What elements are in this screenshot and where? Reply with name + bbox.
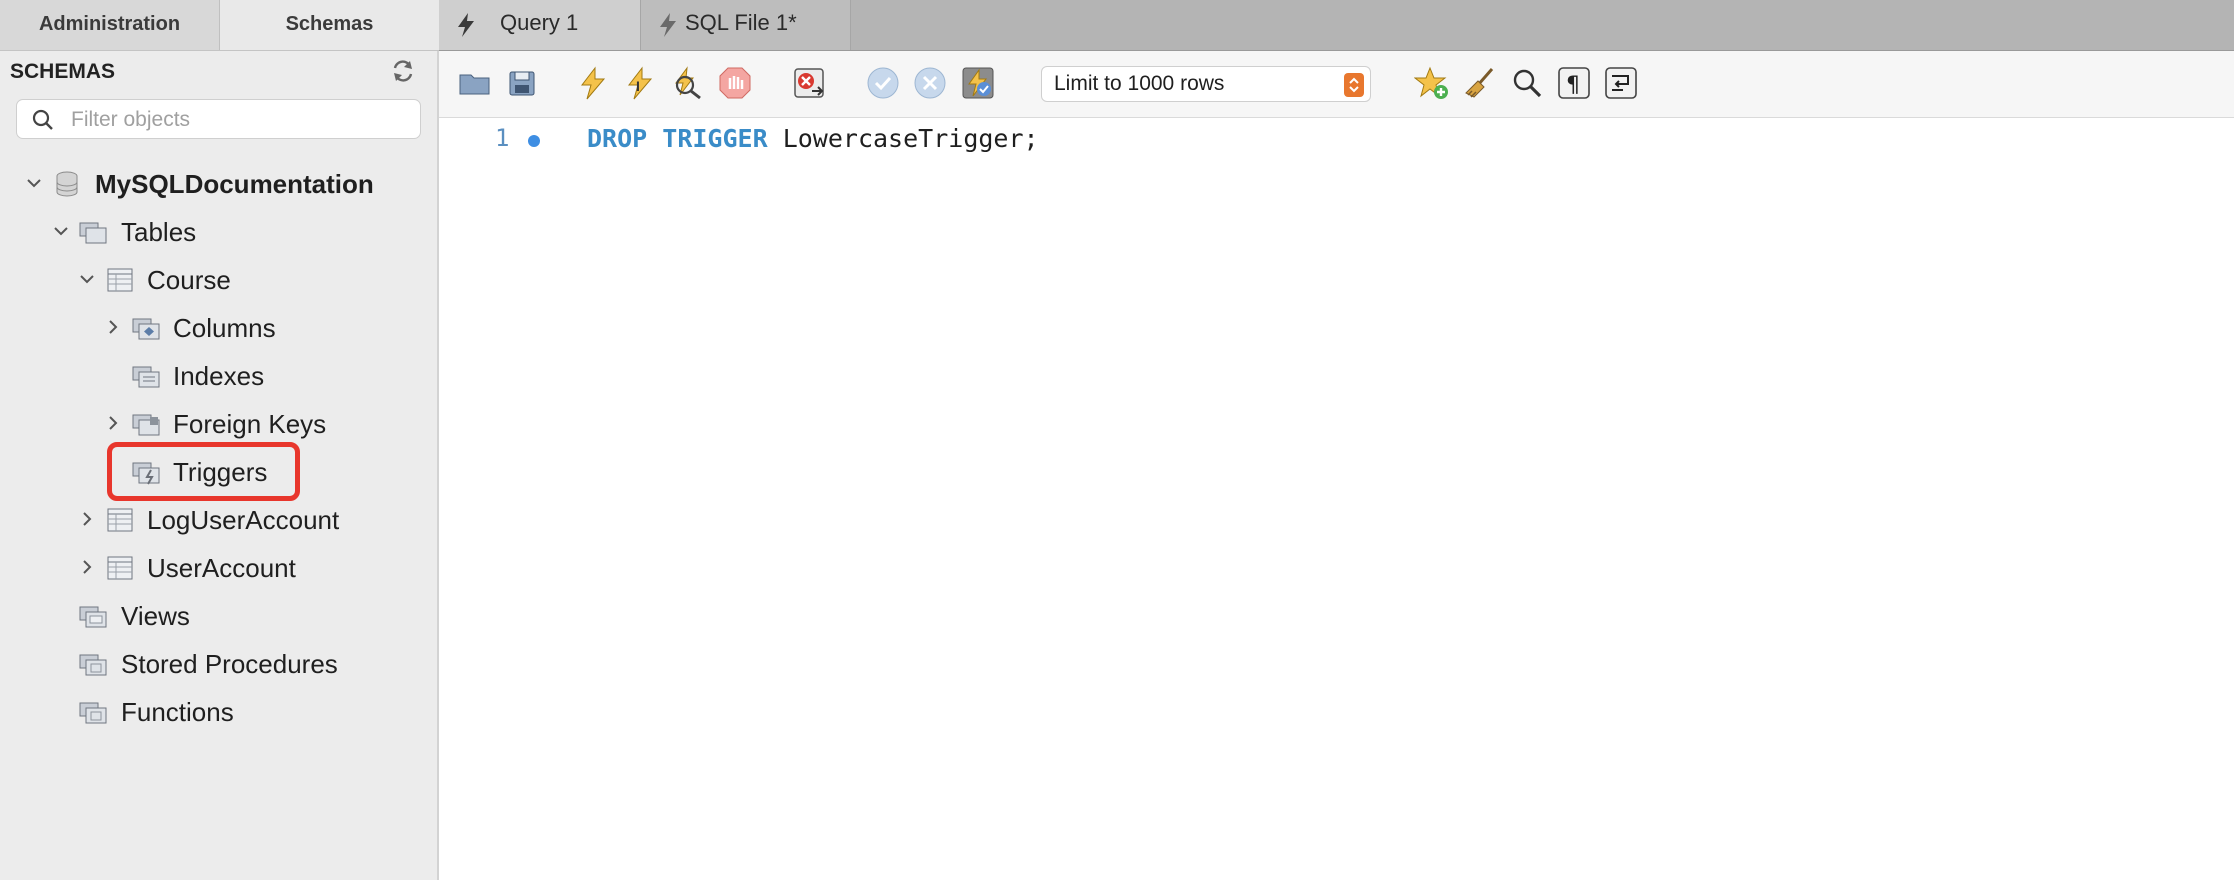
limit-rows-label: Limit to 1000 rows	[1054, 72, 1225, 95]
functions-folder-icon	[79, 702, 107, 724]
lightning-icon	[660, 13, 676, 37]
schemas-title: SCHEMAS	[10, 60, 116, 83]
tree-item-functions[interactable]: Functions	[0, 692, 439, 732]
code-line[interactable]: DROP TRIGGER LowercaseTrigger;	[587, 124, 1039, 153]
filter-objects-input[interactable]	[69, 104, 413, 136]
select-arrows-icon	[1344, 73, 1364, 97]
refresh-icon[interactable]	[390, 58, 416, 84]
line-number: 1	[495, 124, 510, 152]
invisible-chars-icon[interactable]: ¶	[1556, 65, 1592, 101]
sql-keyword: DROP	[587, 124, 648, 153]
chevron-right-icon[interactable]	[104, 414, 122, 432]
foreign-keys-label: Foreign Keys	[173, 409, 327, 439]
filter-box	[16, 99, 421, 139]
tree-item-views[interactable]: Views	[0, 596, 439, 636]
chevron-down-icon[interactable]	[25, 174, 43, 192]
chevron-right-icon[interactable]	[78, 558, 96, 576]
tab-schemas[interactable]: Schemas	[220, 0, 439, 50]
open-folder-icon[interactable]	[457, 65, 493, 101]
schema-label: MySQLDocumentation	[95, 169, 374, 199]
svg-text:¶: ¶	[1566, 73, 1580, 98]
table-icon	[107, 268, 133, 292]
limit-rows-select[interactable]: Limit to 1000 rows	[1041, 66, 1371, 102]
folder-icon	[79, 222, 107, 244]
tab-query-1[interactable]: Query 1	[439, 0, 641, 50]
autocommit-icon[interactable]	[960, 65, 996, 101]
rollback-icon[interactable]	[912, 65, 948, 101]
tree-item-tables[interactable]: Tables	[0, 212, 439, 252]
tree-item-foreign-keys[interactable]: Foreign Keys	[0, 404, 439, 444]
views-folder-icon	[79, 606, 107, 628]
tab-sql-file-1[interactable]: SQL File 1*	[641, 0, 851, 50]
explain-icon[interactable]	[669, 65, 705, 101]
highlight-annotation	[107, 442, 300, 501]
log-user-account-label: LogUserAccount	[147, 505, 340, 535]
tree-item-log-user-account[interactable]: LogUserAccount	[0, 500, 439, 540]
sidebar-tabs: Administration Schemas	[0, 0, 439, 51]
svg-text:I: I	[636, 78, 640, 94]
execute-current-icon[interactable]: I	[622, 65, 658, 101]
tab-administration[interactable]: Administration	[0, 0, 220, 50]
course-label: Course	[147, 265, 231, 295]
document-tab-bar: Query 1 SQL File 1*	[439, 0, 2234, 51]
chevron-right-icon[interactable]	[104, 318, 122, 336]
chevron-down-icon[interactable]	[52, 222, 70, 240]
columns-label: Columns	[173, 313, 276, 343]
tree-item-schema[interactable]: MySQLDocumentation	[0, 164, 439, 204]
commit-icon[interactable]	[865, 65, 901, 101]
tree-item-indexes[interactable]: Indexes	[0, 356, 439, 396]
chevron-down-icon[interactable]	[78, 270, 96, 288]
sql-identifier: LowercaseTrigger;	[782, 124, 1039, 153]
save-icon[interactable]	[504, 65, 540, 101]
toggle-error-icon[interactable]	[792, 65, 828, 101]
wrap-lines-icon[interactable]	[1603, 65, 1639, 101]
statement-marker-icon	[528, 135, 540, 147]
table-icon	[107, 508, 133, 532]
functions-label: Functions	[121, 697, 234, 727]
user-account-label: UserAccount	[147, 553, 296, 583]
search-icon	[32, 109, 53, 130]
find-icon[interactable]	[1509, 65, 1545, 101]
tree-item-columns[interactable]: Columns	[0, 308, 439, 348]
database-icon	[56, 171, 78, 197]
table-icon	[107, 556, 133, 580]
add-snippet-icon[interactable]	[1414, 65, 1450, 101]
navigator-sidebar: Administration Schemas SCHEMAS MySQLDocu…	[0, 0, 439, 880]
foreign-keys-folder-icon	[132, 414, 160, 436]
indexes-label: Indexes	[173, 361, 265, 391]
editor-toolbar: I Limit to 1000 rows ¶	[439, 51, 2234, 118]
stored-procedures-folder-icon	[79, 654, 107, 676]
stop-icon[interactable]	[717, 65, 753, 101]
tree-item-course[interactable]: Course	[0, 260, 439, 300]
stored-procedures-label: Stored Procedures	[121, 649, 338, 679]
views-label: Views	[121, 601, 190, 631]
columns-folder-icon	[132, 318, 160, 340]
tab-sql-file-1-label: SQL File 1*	[685, 10, 797, 35]
chevron-right-icon[interactable]	[78, 510, 96, 528]
beautify-icon[interactable]	[1462, 65, 1498, 101]
indexes-folder-icon	[132, 366, 160, 388]
sql-editor[interactable]: 1 DROP TRIGGER LowercaseTrigger;	[439, 118, 2234, 880]
tree-item-stored-procedures[interactable]: Stored Procedures	[0, 644, 439, 684]
sql-keyword: TRIGGER	[662, 124, 768, 153]
execute-icon[interactable]	[575, 65, 611, 101]
tree-item-user-account[interactable]: UserAccount	[0, 548, 439, 588]
tab-query-1-label: Query 1	[500, 10, 579, 35]
tables-label: Tables	[121, 217, 197, 247]
lightning-icon	[458, 13, 474, 37]
